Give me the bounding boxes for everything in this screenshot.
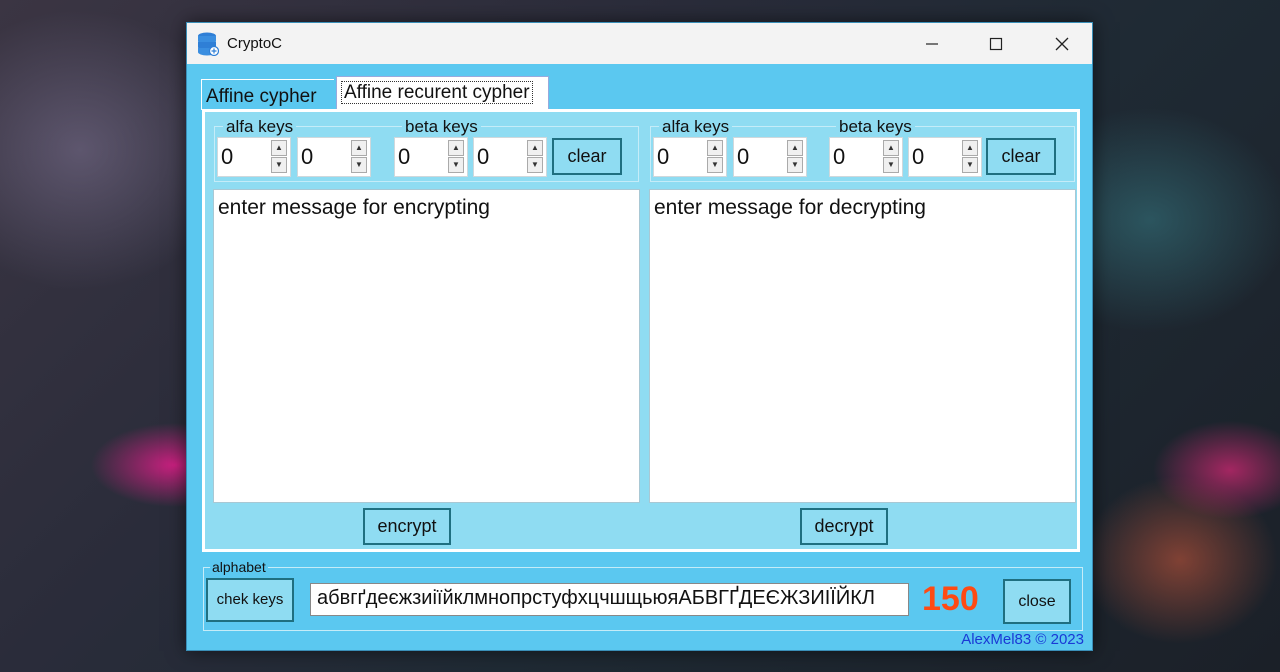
alphabet-input[interactable]: абвгґдеєжзиіїйклмнопрстуфхцчшщьюяАБВГҐДЕ… [310,583,909,616]
maximize-icon [989,37,1003,50]
beta-keys-label: beta keys [836,117,915,137]
minimize-button[interactable] [909,23,955,64]
minimize-icon [926,42,938,45]
encrypt-button[interactable]: encrypt [363,508,451,545]
alfa-key-1-stepper[interactable]: 0 ▲ ▼ [217,137,291,177]
decrypt-button[interactable]: decrypt [800,508,888,545]
copyright-label: AlexMel83 © 2023 [961,631,1084,648]
spin-value: 0 [833,144,846,169]
arrow-down-icon[interactable]: ▼ [787,157,803,173]
check-keys-button[interactable]: chek keys [206,578,294,622]
close-icon [1055,37,1069,50]
alfa-key-2-stepper[interactable]: 0 ▲ ▼ [733,137,807,177]
arrow-up-icon[interactable]: ▲ [527,140,543,156]
app-window: CryptoC Affine cypher Affine recurent cy… [186,22,1093,651]
arrow-down-icon[interactable]: ▼ [448,157,464,173]
clear-decrypt-button[interactable]: clear [986,138,1056,175]
tab-label: Affine recurent cypher [341,81,533,104]
arrow-up-icon[interactable]: ▲ [787,140,803,156]
arrow-down-icon[interactable]: ▼ [351,157,367,173]
arrow-up-icon[interactable]: ▲ [962,140,978,156]
tab-affine-cypher[interactable]: Affine cypher [201,79,334,110]
spin-value: 0 [398,144,411,169]
alphabet-group: alphabet chek keys абвгґдеєжзиіїйклмнопр… [203,559,1083,631]
spin-value: 0 [737,144,750,169]
encrypt-message-input[interactable]: enter message for encrypting [213,189,640,503]
spin-value: 0 [912,144,925,169]
beta-key-1-stepper[interactable]: 0 ▲ ▼ [394,137,468,177]
alfa-keys-label: alfa keys [659,117,733,137]
tab-affine-recurent-cypher[interactable]: Affine recurent cypher [336,76,549,110]
arrow-up-icon[interactable]: ▲ [883,140,899,156]
arrow-down-icon[interactable]: ▼ [527,157,543,173]
alphabet-label: alphabet [210,559,268,575]
arrow-down-icon[interactable]: ▼ [883,157,899,173]
decrypt-keys-group: alfa keys beta keys 0 ▲ ▼ 0 ▲ ▼ 0 ▲ ▼ 0 ▲ ▼ … [650,117,1075,182]
arrow-up-icon[interactable]: ▲ [351,140,367,156]
arrow-down-icon[interactable]: ▼ [962,157,978,173]
beta-key-2-stepper[interactable]: 0 ▲ ▼ [473,137,547,177]
spin-value: 0 [301,144,314,169]
spin-value: 0 [657,144,670,169]
arrow-down-icon[interactable]: ▼ [707,157,723,173]
title-bar: CryptoC [187,23,1092,64]
beta-key-2-stepper[interactable]: 0 ▲ ▼ [908,137,982,177]
arrow-up-icon[interactable]: ▲ [707,140,723,156]
tab-panel: alfa keys beta keys 0 ▲ ▼ 0 ▲ ▼ 0 ▲ ▼ 0 ▲ ▼ … [202,109,1080,552]
arrow-down-icon[interactable]: ▼ [271,157,287,173]
database-icon [198,32,219,56]
alfa-key-1-stepper[interactable]: 0 ▲ ▼ [653,137,727,177]
alphabet-count: 150 [922,580,979,618]
close-window-button[interactable] [1039,23,1085,64]
clear-encrypt-button[interactable]: clear [552,138,622,175]
decrypt-message-input[interactable]: enter message for decrypting [649,189,1076,503]
alfa-keys-label: alfa keys [223,117,297,137]
window-title: CryptoC [227,35,283,52]
arrow-up-icon[interactable]: ▲ [448,140,464,156]
maximize-button[interactable] [973,23,1019,64]
encrypt-keys-group: alfa keys beta keys 0 ▲ ▼ 0 ▲ ▼ 0 ▲ ▼ 0 ▲ ▼ … [214,117,639,182]
beta-keys-label: beta keys [402,117,481,137]
spin-value: 0 [221,144,234,169]
spin-value: 0 [477,144,490,169]
beta-key-1-stepper[interactable]: 0 ▲ ▼ [829,137,903,177]
alfa-key-2-stepper[interactable]: 0 ▲ ▼ [297,137,371,177]
close-button[interactable]: close [1003,579,1071,624]
arrow-up-icon[interactable]: ▲ [271,140,287,156]
